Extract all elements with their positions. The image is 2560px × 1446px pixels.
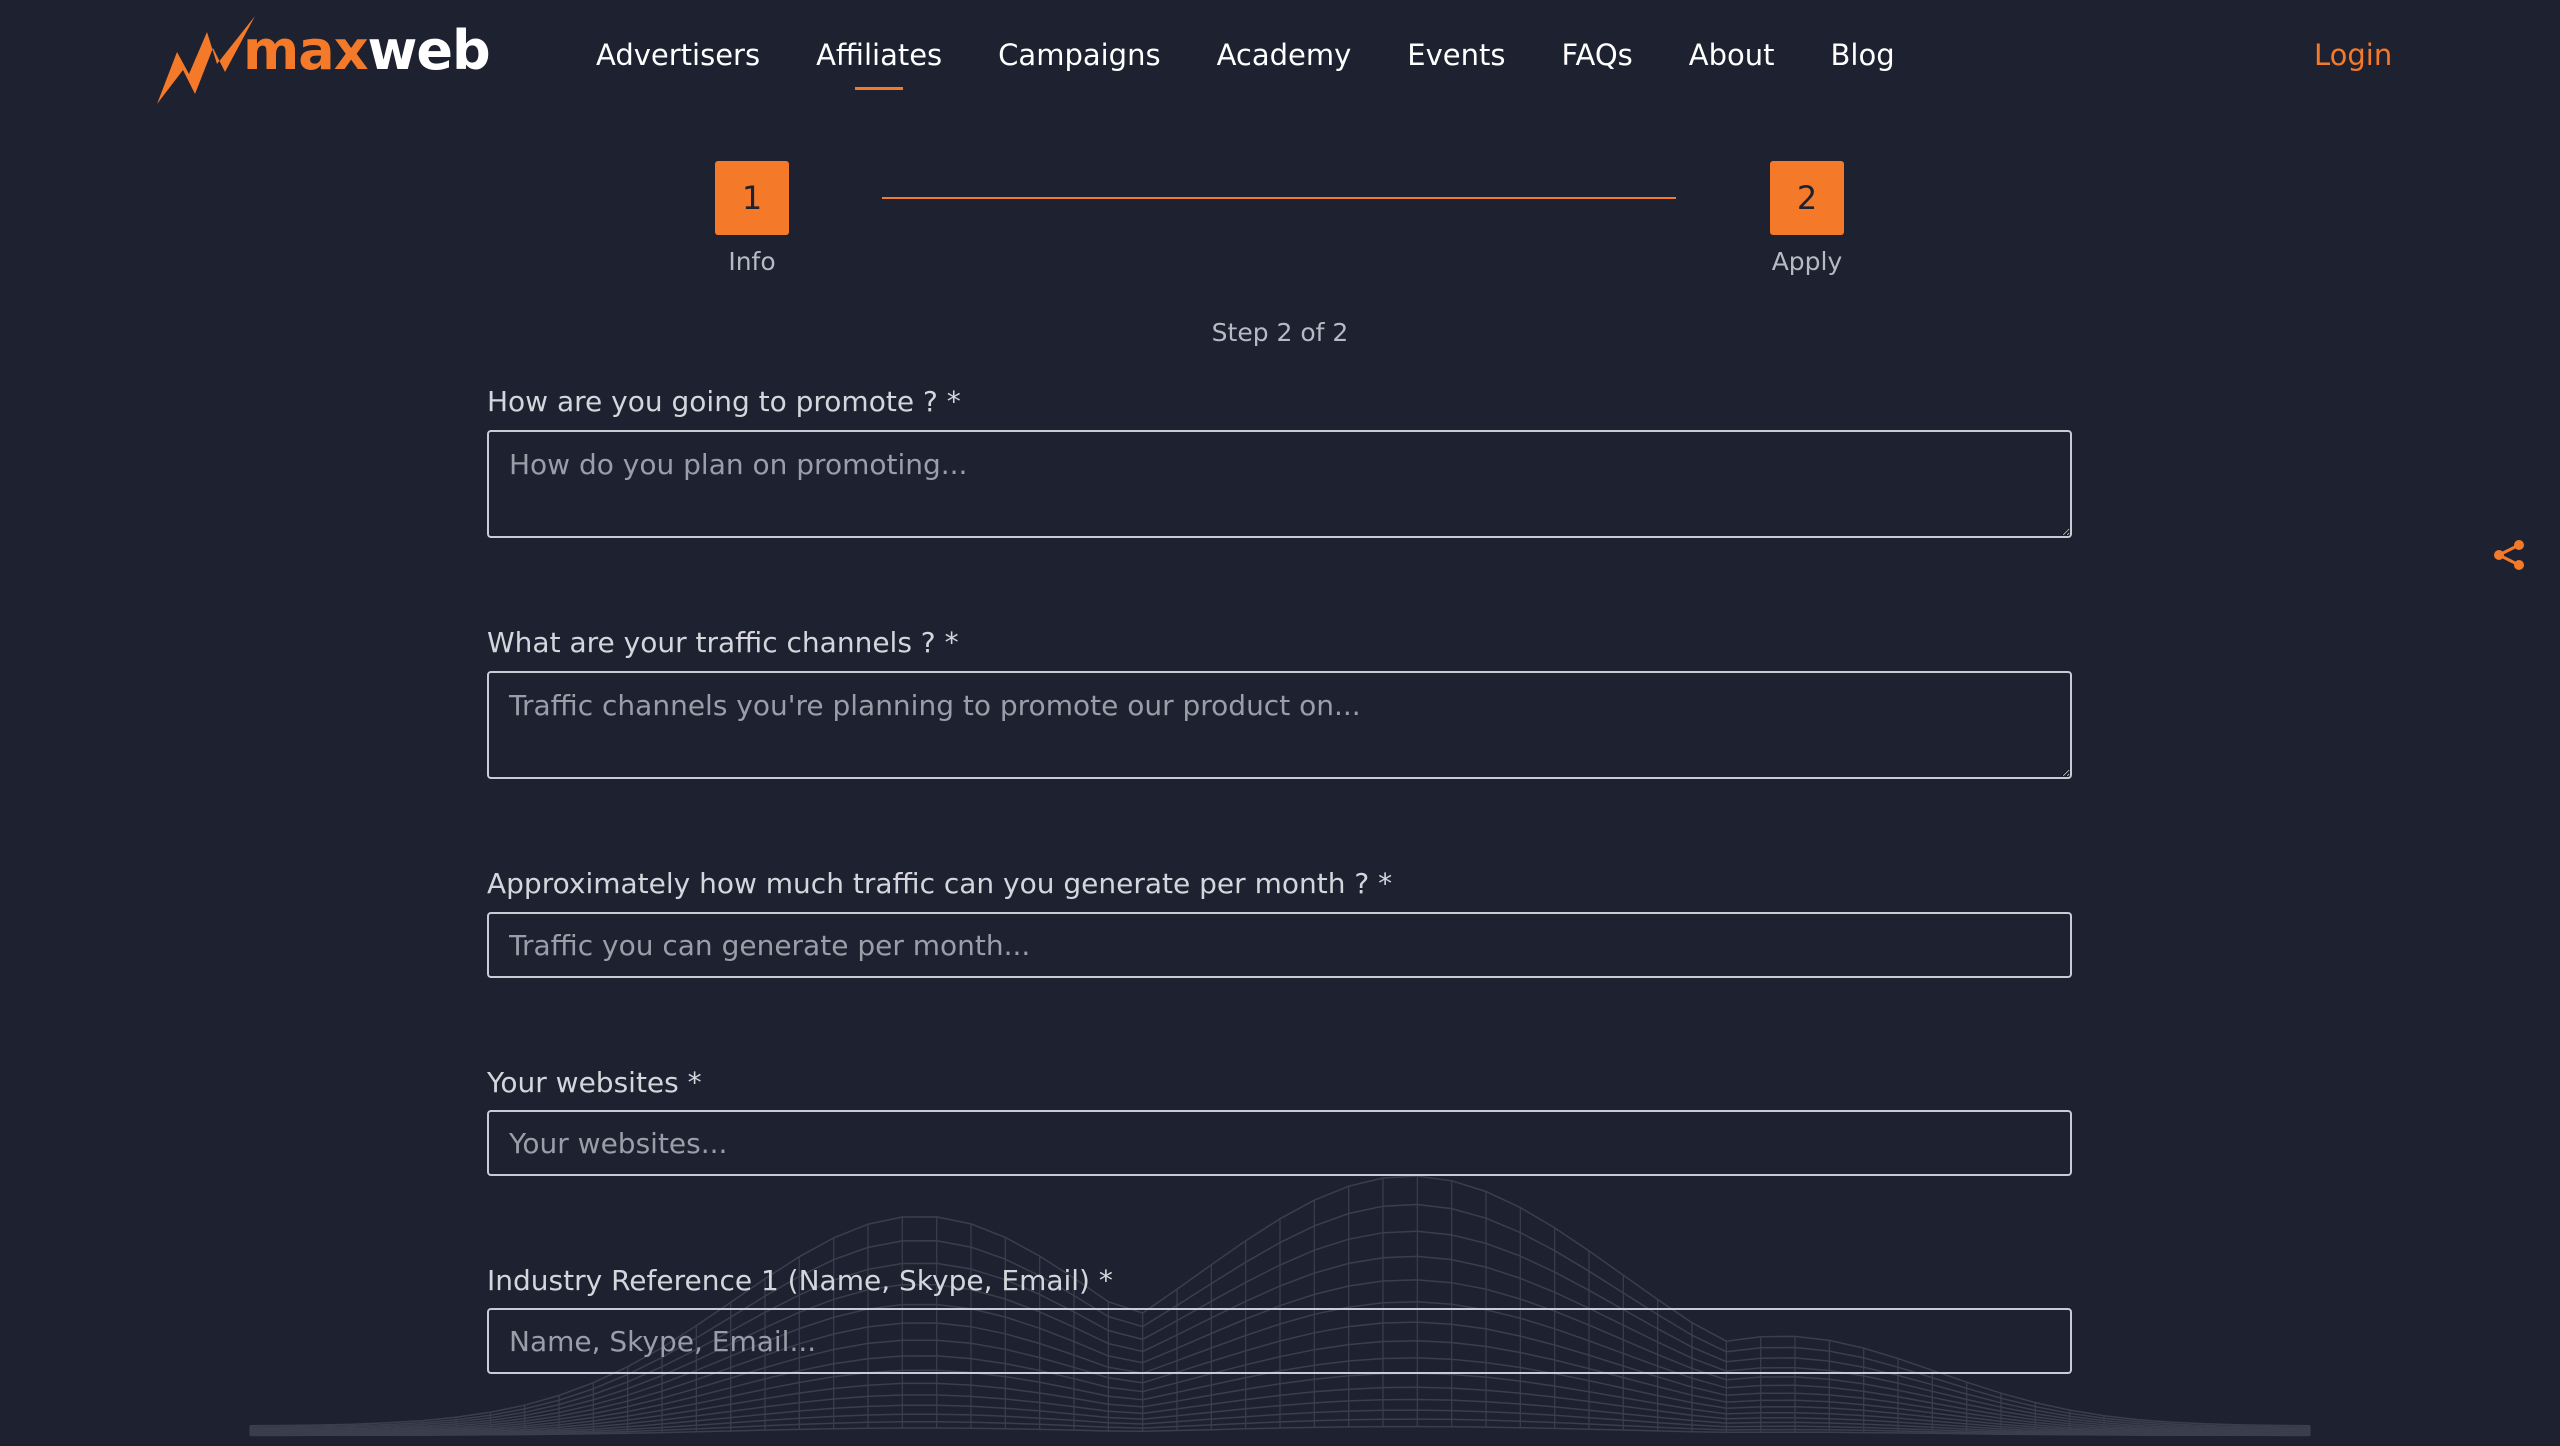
page: maxweb Advertisers Affiliates Campaigns …: [0, 0, 2560, 1446]
monthly-traffic-label: Approximately how much traffic can you g…: [487, 867, 1393, 900]
traffic-channels-label: What are your traffic channels ? *: [487, 626, 959, 659]
stepper-connector-line: [882, 197, 1676, 199]
nav-campaigns[interactable]: Campaigns: [998, 38, 1160, 72]
main-nav: Advertisers Affiliates Campaigns Academy…: [596, 38, 1951, 72]
industry-reference-input[interactable]: [487, 1308, 2072, 1374]
nav-faqs[interactable]: FAQs: [1561, 38, 1632, 72]
login-link[interactable]: Login: [2314, 38, 2392, 72]
traffic-channels-textarea[interactable]: [487, 671, 2072, 779]
websites-input[interactable]: [487, 1110, 2072, 1176]
logo-wordmark: maxweb: [243, 19, 491, 82]
step-progress-text: Step 2 of 2: [1211, 318, 1349, 347]
step-1-label: Info: [728, 247, 776, 276]
monthly-traffic-input[interactable]: [487, 912, 2072, 978]
promote-label: How are you going to promote ? *: [487, 385, 961, 418]
step-2-label: Apply: [1771, 247, 1843, 276]
nav-events[interactable]: Events: [1407, 38, 1505, 72]
nav-advertisers[interactable]: Advertisers: [596, 38, 760, 72]
step-1-box: 1: [715, 161, 789, 235]
websites-label: Your websites *: [487, 1066, 702, 1099]
share-icon[interactable]: [2492, 538, 2526, 572]
nav-academy[interactable]: Academy: [1217, 38, 1352, 72]
lightning-bolt-icon: [157, 16, 255, 104]
maxweb-logo[interactable]: maxweb: [155, 14, 491, 106]
industry-reference-label: Industry Reference 1 (Name, Skype, Email…: [487, 1264, 1113, 1297]
nav-about[interactable]: About: [1689, 38, 1775, 72]
step-2-box: 2: [1770, 161, 1844, 235]
promote-textarea[interactable]: [487, 430, 2072, 538]
nav-blog[interactable]: Blog: [1831, 38, 1895, 72]
nav-affiliates[interactable]: Affiliates: [816, 38, 942, 72]
